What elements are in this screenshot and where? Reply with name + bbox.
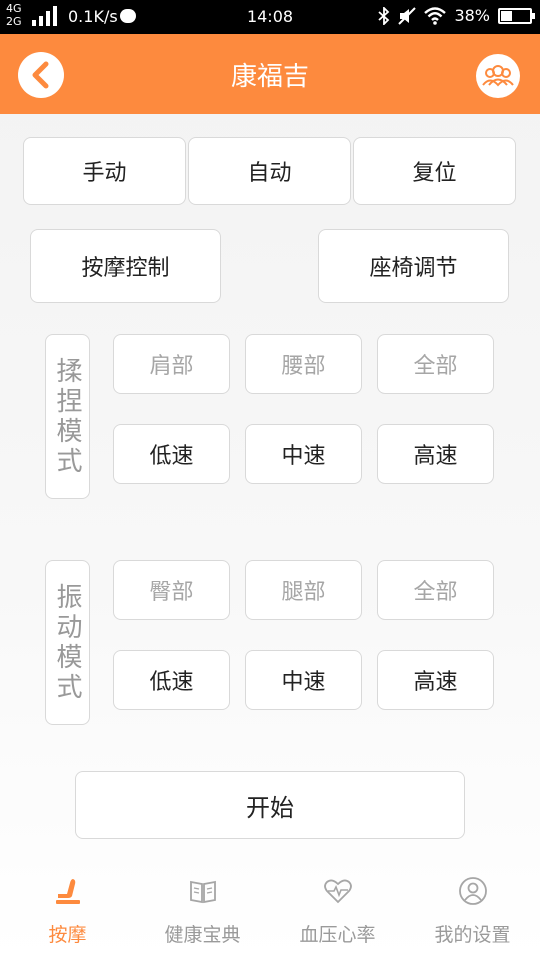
status-bar: 4G 2G 0.1K/s 14:08 38% — [0, 0, 540, 34]
start-button[interactable]: 开始 — [75, 771, 465, 839]
vibration-hip-button[interactable]: 臀部 — [113, 560, 230, 620]
tab-blood-pressure-label: 血压心率 — [299, 924, 376, 946]
vibration-high-speed-button[interactable]: 高速 — [377, 650, 494, 710]
user-icon — [458, 877, 487, 905]
kneading-mode-label: 揉捏模式 — [45, 334, 90, 499]
massage-control-button[interactable]: 按摩控制 — [30, 229, 221, 303]
kneading-high-speed-button[interactable]: 高速 — [377, 424, 494, 484]
mute-icon — [398, 6, 417, 25]
tab-my-settings[interactable]: 我的设置 — [405, 868, 540, 960]
seat-icon — [55, 879, 80, 904]
tab-blood-pressure[interactable]: 血压心率 — [270, 868, 405, 960]
wifi-icon — [424, 6, 447, 25]
reset-button[interactable]: 复位 — [353, 137, 516, 205]
users-button[interactable] — [476, 54, 520, 98]
tab-massage-label: 按摩 — [48, 924, 87, 946]
vibration-low-speed-button[interactable]: 低速 — [113, 650, 230, 710]
kneading-low-speed-button[interactable]: 低速 — [113, 424, 230, 484]
vibration-leg-button[interactable]: 腿部 — [245, 560, 362, 620]
kneading-shoulder-button[interactable]: 肩部 — [113, 334, 230, 394]
kneading-waist-button[interactable]: 腰部 — [245, 334, 362, 394]
tab-massage[interactable]: 按摩 — [0, 868, 135, 960]
vibration-mode-label: 振动模式 — [45, 560, 90, 725]
tab-my-settings-label: 我的设置 — [434, 924, 511, 946]
heart-rate-icon — [323, 879, 352, 904]
battery-fill — [501, 10, 512, 21]
kneading-all-button[interactable]: 全部 — [377, 334, 494, 394]
tab-health-guide[interactable]: 健康宝典 — [135, 868, 270, 960]
app-header: 康福吉 — [0, 34, 540, 114]
page-title: 康福吉 — [230, 62, 309, 92]
seat-adjust-button[interactable]: 座椅调节 — [318, 229, 509, 303]
bottom-tab-bar: 按摩 健康宝典 血压心率 我的设置 — [0, 868, 540, 960]
vibration-all-button[interactable]: 全部 — [377, 560, 494, 620]
book-icon — [189, 880, 216, 904]
auto-button[interactable]: 自动 — [188, 137, 351, 205]
manual-button[interactable]: 手动 — [23, 137, 186, 205]
battery-percent: 38% — [454, 6, 490, 25]
bluetooth-icon — [378, 6, 390, 25]
status-right: 38% — [378, 6, 535, 25]
vibration-mid-speed-button[interactable]: 中速 — [245, 650, 362, 710]
tab-health-guide-label: 健康宝典 — [164, 924, 241, 946]
kneading-mid-speed-button[interactable]: 中速 — [245, 424, 362, 484]
battery-icon — [498, 7, 535, 24]
users-icon — [482, 65, 514, 87]
